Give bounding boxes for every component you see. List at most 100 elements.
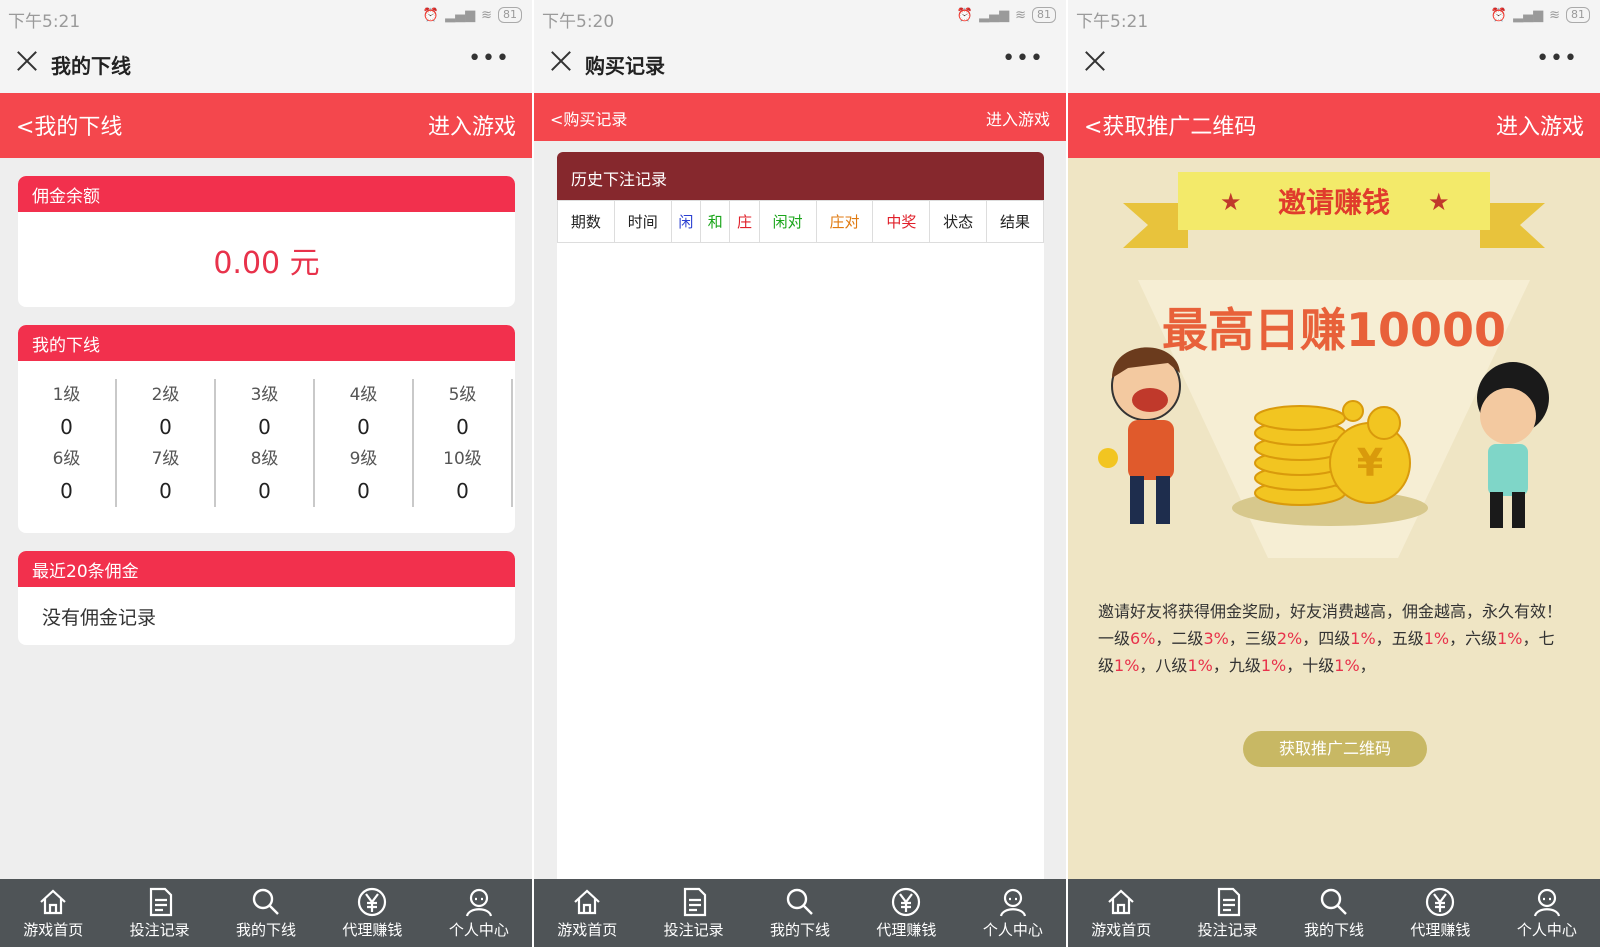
tab-label: 投注记录 xyxy=(663,921,724,939)
get-qrcode-button[interactable]: 获取推广二维码 xyxy=(1243,731,1427,767)
tab-agent-earn[interactable]: 代理赚钱 xyxy=(1387,879,1493,947)
enter-game-link[interactable]: 进入游戏 xyxy=(1496,109,1584,141)
tab-label: 我的下线 xyxy=(1304,921,1365,939)
tab-bet-records[interactable]: 投注记录 xyxy=(640,879,746,947)
commission-rates: 一级6%，二级3%，三级2%，四级1%，五级1%，六级1%，七级1%，八级1%，… xyxy=(1098,629,1555,675)
tab-label: 代理赚钱 xyxy=(342,921,403,939)
yuan-coin-icon xyxy=(319,885,425,919)
level-label: 9级 xyxy=(349,449,378,469)
rate-value: 3% xyxy=(1203,629,1229,648)
level-label: 4级 xyxy=(349,385,378,405)
level-column: 4级 0 9级 0 xyxy=(315,379,414,507)
level-column: 1级 0 6级 0 xyxy=(18,379,117,507)
status-bar: 下午5:21 ⏰ ▂▄▆ ≋ 81 xyxy=(1068,0,1600,34)
status-time: 下午5:21 xyxy=(8,12,81,32)
header-bar: <我的下线 进入游戏 xyxy=(0,93,532,158)
column-header: 中奖 xyxy=(872,200,931,243)
level-label: 3级 xyxy=(250,385,279,405)
document-icon xyxy=(1174,885,1280,919)
star-icon: ★ xyxy=(1428,188,1450,216)
battery-icon: 81 xyxy=(1566,7,1590,23)
back-link[interactable]: <获取推广二维码 xyxy=(1084,109,1256,141)
rate-value: 1% xyxy=(1497,629,1523,648)
battery-icon: 81 xyxy=(1032,7,1056,23)
level-label: 2级 xyxy=(151,385,180,405)
close-icon[interactable] xyxy=(16,50,38,72)
signal-icon: ▂▄▆ xyxy=(979,7,1010,23)
enter-game-link[interactable]: 进入游戏 xyxy=(986,106,1050,130)
promo-description: 邀请好友将获得佣金奖励，好友消费越高，佣金越高，永久有效！ 一级6%，二级3%，… xyxy=(1098,598,1568,679)
level-label: 8级 xyxy=(250,449,279,469)
close-icon[interactable] xyxy=(550,50,572,72)
tab-label: 游戏首页 xyxy=(557,921,618,939)
close-icon[interactable] xyxy=(1084,50,1106,72)
signal-icon: ▂▄▆ xyxy=(1513,7,1544,23)
header-bar: <获取推广二维码 进入游戏 xyxy=(1068,93,1600,158)
enter-game-link[interactable]: 进入游戏 xyxy=(428,109,516,141)
rate-level: 一级 xyxy=(1098,629,1131,648)
tab-game-home[interactable]: 游戏首页 xyxy=(0,879,106,947)
tab-my-downline[interactable]: 我的下线 xyxy=(213,879,319,947)
level-column: 5级 0 10级 0 xyxy=(414,379,513,507)
tab-my-downline[interactable]: 我的下线 xyxy=(747,879,853,947)
promo-banner-text: 邀请赚钱 xyxy=(1278,186,1390,219)
level-label: 1级 xyxy=(52,385,81,405)
level-label: 10级 xyxy=(443,449,482,469)
tab-bet-records[interactable]: 投注记录 xyxy=(106,879,212,947)
tab-personal-center[interactable]: 个人中心 xyxy=(1494,879,1600,947)
bottom-tab-bar: 游戏首页 投注记录 我的下线 代理赚钱 个人中心 xyxy=(1068,879,1600,947)
alarm-icon: ⏰ xyxy=(956,7,974,23)
rate-value: 1% xyxy=(1187,656,1213,675)
status-icons: ⏰ ▂▄▆ ≋ 81 xyxy=(1491,7,1590,23)
rate-level: 六级 xyxy=(1465,629,1498,648)
level-count: 0 xyxy=(456,415,469,439)
tab-bet-records[interactable]: 投注记录 xyxy=(1174,879,1280,947)
level-count: 0 xyxy=(258,415,271,439)
user-icon xyxy=(1494,885,1600,919)
column-header: 时间 xyxy=(613,200,672,243)
balance-card: 佣金余额 0.00 元 xyxy=(18,176,515,307)
alarm-icon: ⏰ xyxy=(422,7,440,23)
level-label: 5级 xyxy=(448,385,477,405)
user-icon xyxy=(426,885,532,919)
tab-personal-center[interactable]: 个人中心 xyxy=(426,879,532,947)
title-bar: ••• xyxy=(1068,34,1600,93)
level-label: 6级 xyxy=(52,449,81,469)
tab-label: 个人中心 xyxy=(448,921,509,939)
tab-label: 游戏首页 xyxy=(23,921,84,939)
balance-card-header: 佣金余额 xyxy=(18,176,515,212)
level-label: 7级 xyxy=(151,449,180,469)
rate-value: 1% xyxy=(1423,629,1450,648)
downline-card-header: 我的下线 xyxy=(18,325,515,361)
tab-my-downline[interactable]: 我的下线 xyxy=(1281,879,1387,947)
recent-commission-header: 最近20条佣金 xyxy=(18,551,515,587)
rate-level: 九级 xyxy=(1228,656,1261,675)
more-icon[interactable]: ••• xyxy=(468,46,510,71)
promo-intro-text: 邀请好友将获得佣金奖励，好友消费越高，佣金越高，永久有效！ xyxy=(1098,602,1563,621)
tab-agent-earn[interactable]: 代理赚钱 xyxy=(853,879,959,947)
status-bar: 下午5:21 ⏰ ▂▄▆ ≋ 81 xyxy=(0,0,532,34)
battery-icon: 81 xyxy=(498,7,522,23)
more-icon[interactable]: ••• xyxy=(1002,46,1044,71)
tab-agent-earn[interactable]: 代理赚钱 xyxy=(319,879,425,947)
column-header: 结果 xyxy=(986,200,1044,243)
tab-game-home[interactable]: 游戏首页 xyxy=(534,879,640,947)
bottom-tab-bar: 游戏首页 投注记录 我的下线 代理赚钱 个人中心 xyxy=(0,879,532,947)
back-link[interactable]: <购买记录 xyxy=(550,106,627,130)
tab-game-home[interactable]: 游戏首页 xyxy=(1068,879,1174,947)
page-title: 我的下线 xyxy=(51,54,131,78)
commission-balance: 0.00 元 xyxy=(213,246,320,281)
tab-label: 个人中心 xyxy=(1516,921,1577,939)
recent-commission-card: 最近20条佣金 没有佣金记录 xyxy=(18,551,515,645)
yuan-coin-icon xyxy=(853,885,959,919)
back-link[interactable]: <我的下线 xyxy=(16,109,122,141)
home-icon xyxy=(0,885,106,919)
tab-personal-center[interactable]: 个人中心 xyxy=(960,879,1066,947)
cartoon-man-left xyxy=(1098,347,1181,524)
more-icon[interactable]: ••• xyxy=(1536,46,1578,71)
level-count: 0 xyxy=(60,415,73,439)
rate-level: 四级 xyxy=(1318,629,1351,648)
bet-history-table: 期数 时间闲和庄闲对 庄对 中奖 状态 结果 xyxy=(557,200,1044,243)
screen-promo-qrcode: 下午5:21 ⏰ ▂▄▆ ≋ 81 ••• <获取推广二维码 进入游戏 ★ ★ … xyxy=(1068,0,1600,947)
rate-value: 2% xyxy=(1276,629,1303,648)
